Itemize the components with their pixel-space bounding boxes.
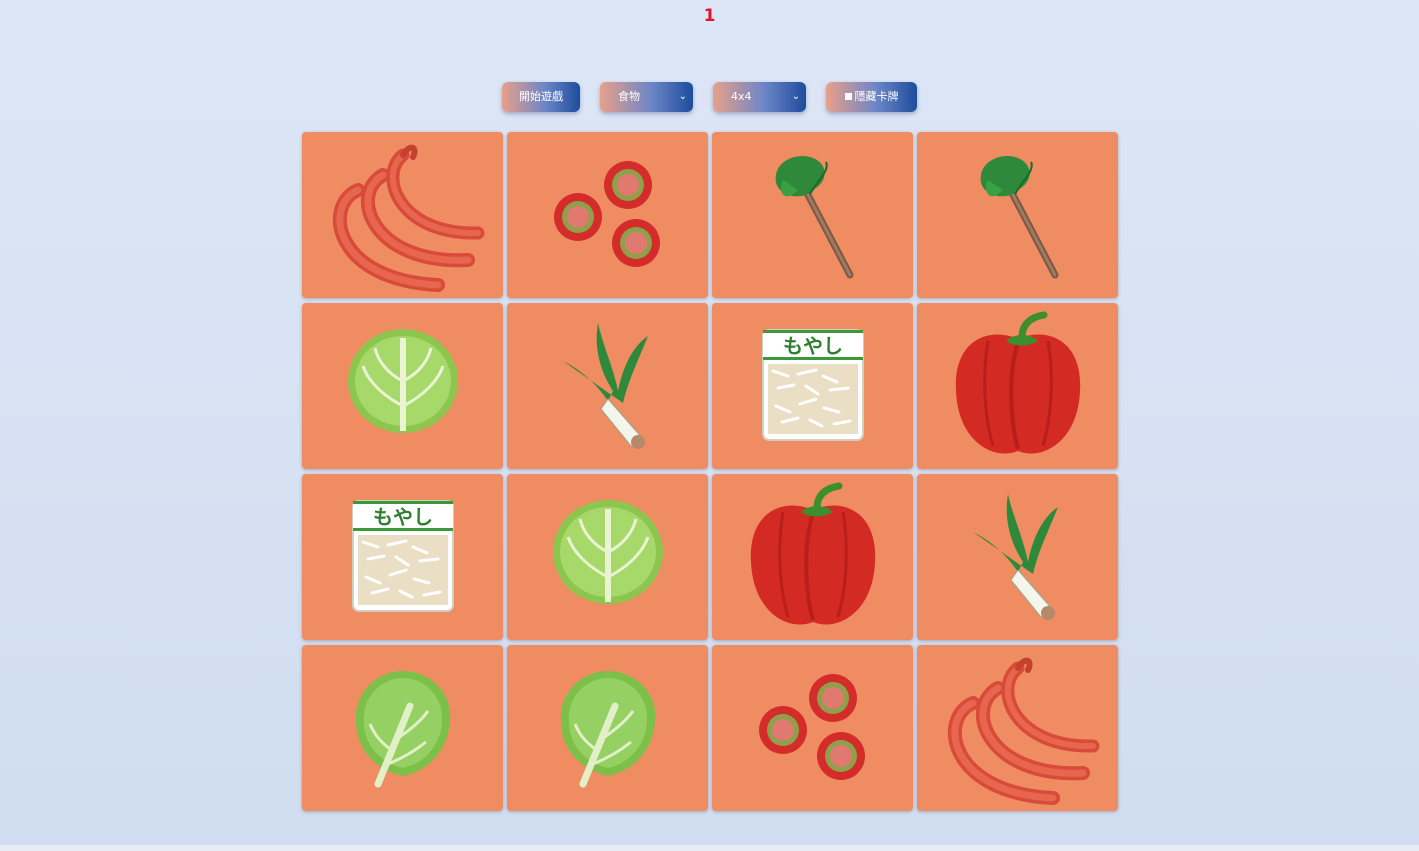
control-bar: 開始遊戲 食物 ⌄ 4x4 ⌄ 隱藏卡牌 (0, 82, 1419, 112)
card[interactable] (712, 132, 913, 298)
card[interactable] (712, 645, 913, 811)
card[interactable] (302, 132, 503, 298)
burdock-root-icon (758, 150, 868, 280)
leek-icon (553, 321, 663, 451)
checkbox-icon (844, 93, 852, 100)
lettuce-icon (553, 666, 663, 791)
burdock-root-icon (963, 150, 1073, 280)
bean-sprouts-icon: もやし (758, 326, 868, 446)
bottom-bar (0, 845, 1419, 851)
card[interactable] (917, 303, 1118, 469)
hide-cards-label: 隱藏卡牌 (854, 90, 899, 103)
cabbage-icon (548, 497, 668, 617)
bell-pepper-icon (743, 482, 883, 632)
card[interactable]: もやし (302, 474, 503, 640)
cherry-tomatoes-icon (753, 668, 873, 788)
cherry-tomatoes-icon (548, 155, 668, 275)
lettuce-icon (348, 666, 458, 791)
red-peppers-icon (933, 648, 1103, 808)
card[interactable] (917, 132, 1118, 298)
bean-sprouts-label: もやし (373, 505, 433, 529)
grid-size-select-value: 4x4 (731, 90, 752, 103)
card[interactable] (917, 474, 1118, 640)
red-peppers-icon (318, 135, 488, 295)
bean-sprouts-label: もやし (783, 334, 843, 358)
card[interactable] (507, 645, 708, 811)
grid-size-select[interactable]: 4x4 ⌄ (713, 82, 806, 112)
bean-sprouts-icon: もやし (348, 497, 458, 617)
card[interactable] (507, 303, 708, 469)
chevron-down-icon: ⌄ (678, 91, 687, 102)
hide-cards-button[interactable]: 隱藏卡牌 (826, 82, 917, 112)
card-board: もやし もやし (302, 132, 1118, 811)
leek-icon (963, 492, 1073, 622)
card[interactable] (302, 303, 503, 469)
chevron-down-icon: ⌄ (791, 91, 800, 102)
start-game-button[interactable]: 開始遊戲 (502, 82, 580, 112)
card[interactable] (507, 474, 708, 640)
cabbage-icon (343, 326, 463, 446)
category-select-value: 食物 (618, 90, 640, 103)
card[interactable]: もやし (712, 303, 913, 469)
category-select[interactable]: 食物 ⌄ (600, 82, 693, 112)
bell-pepper-icon (948, 311, 1088, 461)
card[interactable] (712, 474, 913, 640)
score-counter: 1 (703, 6, 716, 26)
card[interactable] (507, 132, 708, 298)
card[interactable] (302, 645, 503, 811)
card[interactable] (917, 645, 1118, 811)
